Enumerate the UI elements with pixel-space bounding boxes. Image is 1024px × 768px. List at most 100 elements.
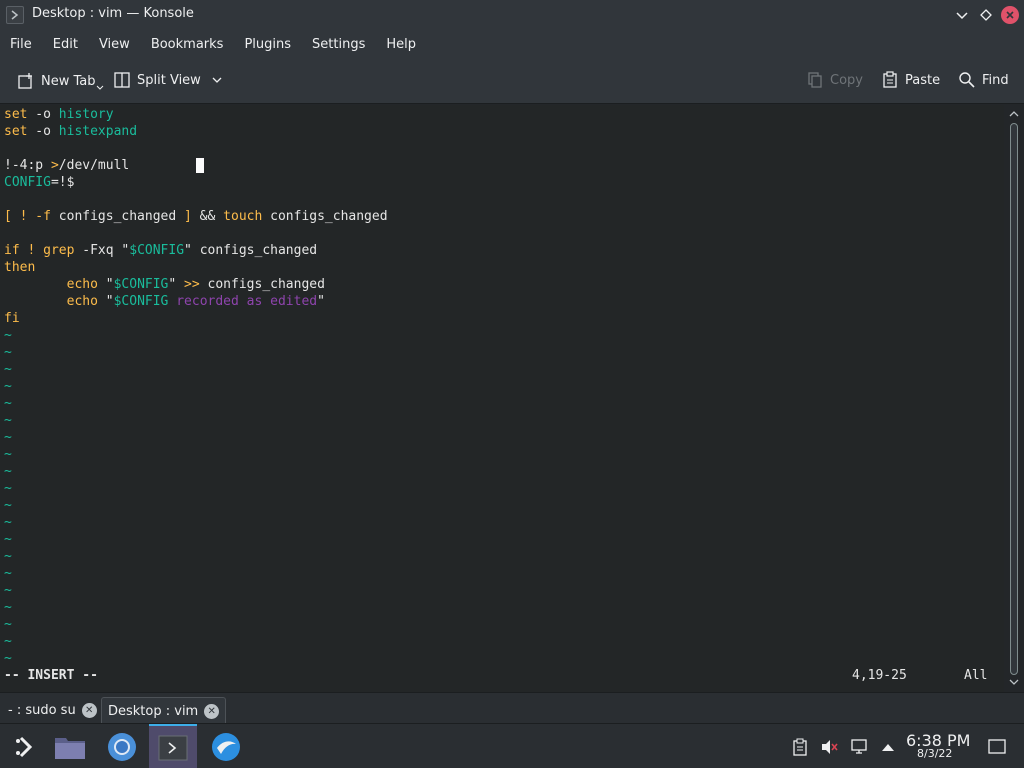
code-token: echo: [66, 294, 98, 309]
chevron-up-icon: [1009, 111, 1019, 117]
empty-line-tilde: ~: [4, 396, 12, 411]
code-token: configs_changed: [199, 277, 325, 292]
split-view-icon: [114, 72, 130, 88]
application-launcher[interactable]: [0, 724, 48, 768]
task-chromium[interactable]: [98, 724, 146, 768]
task-file-manager[interactable]: [46, 724, 94, 768]
scroll-up-arrow[interactable]: [1008, 109, 1020, 121]
scroll-thumb[interactable]: [1010, 123, 1018, 675]
tab-sudo-su[interactable]: - : sudo su ✕: [2, 697, 103, 724]
editor-line: set -o histexpand: [4, 123, 137, 140]
empty-line-tilde: ~: [4, 617, 12, 632]
code-token: $CONFIG: [129, 243, 185, 258]
empty-line-tilde: ~: [4, 464, 12, 479]
empty-line-tilde: ~: [4, 345, 12, 360]
tab-desktop-vim[interactable]: Desktop : vim ✕: [101, 697, 227, 724]
empty-line-tilde: ~: [4, 430, 12, 445]
code-token: histexpand: [58, 124, 138, 139]
menu-edit[interactable]: Edit: [53, 37, 78, 52]
toolbar: New Tab Split View Copy Paste Find: [0, 59, 1024, 104]
empty-line-tilde: ~: [4, 481, 12, 496]
paste-icon: [883, 71, 897, 88]
clipboard-icon[interactable]: [791, 738, 809, 756]
diamond-icon: [980, 9, 992, 21]
tab-label: - : sudo su: [8, 703, 76, 718]
menu-plugins[interactable]: Plugins: [244, 37, 291, 52]
close-icon[interactable]: ✕: [204, 703, 220, 719]
terminal-scrollbar[interactable]: [1004, 105, 1024, 692]
menu-bookmarks[interactable]: Bookmarks: [151, 37, 224, 52]
copy-button[interactable]: Copy: [806, 71, 863, 89]
maximize-button[interactable]: [976, 5, 996, 25]
empty-line-tilde: ~: [4, 549, 12, 564]
code-token: -Fxq ": [74, 243, 130, 258]
editor-line: [ ! -f configs_changed ] && touch config…: [4, 208, 388, 225]
empty-line-tilde: ~: [4, 583, 12, 598]
menu-help[interactable]: Help: [386, 37, 416, 52]
split-view-label: Split View: [137, 72, 201, 88]
editor-line: fi: [4, 310, 20, 327]
menu-file[interactable]: File: [10, 37, 32, 52]
code-token: -o: [27, 124, 59, 139]
editor-line: if ! grep -Fxq "$CONFIG" configs_changed: [4, 242, 317, 259]
chevron-down-icon: [956, 12, 968, 20]
empty-line-tilde: ~: [4, 532, 12, 547]
code-token: $CONFIG: [113, 294, 169, 309]
launcher-icon: [16, 736, 33, 757]
volume-muted-icon[interactable]: [820, 738, 838, 756]
taskbar: [0, 723, 1024, 768]
menu-settings[interactable]: Settings: [312, 37, 365, 52]
clock-date[interactable]: 8/3/22: [917, 747, 952, 760]
empty-line-tilde: ~: [4, 515, 12, 530]
scroll-down-arrow[interactable]: [1008, 677, 1020, 689]
close-icon[interactable]: ✕: [81, 703, 97, 718]
close-button[interactable]: [1001, 6, 1019, 24]
code-token: set: [4, 124, 28, 139]
chevron-down-icon: [212, 77, 222, 83]
empty-line-tilde: ~: [4, 362, 12, 377]
code-token: !-4:p: [4, 158, 51, 173]
minimize-button[interactable]: [952, 5, 972, 25]
code-token: ": [97, 277, 114, 292]
find-button[interactable]: Find: [958, 71, 1009, 89]
editor-line: then: [4, 259, 35, 276]
tab-label: Desktop : vim: [108, 703, 199, 719]
code-token: >>: [184, 277, 200, 292]
chromium-icon: [108, 732, 136, 761]
show-desktop-icon[interactable]: [988, 738, 1006, 756]
find-label: Find: [982, 72, 1009, 88]
new-tab-label: New Tab: [41, 73, 96, 89]
empty-line-tilde: ~: [4, 328, 12, 343]
split-view-button[interactable]: Split View: [113, 71, 223, 89]
editor-line: set -o history: [4, 106, 114, 123]
paste-button[interactable]: Paste: [881, 71, 940, 89]
code-token: CONFIG: [4, 175, 51, 190]
empty-line-tilde: ~: [4, 651, 12, 666]
editor-line: !-4:p >/dev/mull: [4, 157, 129, 174]
editor-line: echo "$CONFIG" >> configs_changed: [4, 276, 325, 293]
task-konsole[interactable]: [149, 724, 197, 768]
chevron-down-icon: [96, 85, 103, 90]
code-token: fi: [4, 311, 20, 326]
paste-label: Paste: [905, 72, 941, 88]
new-tab-button[interactable]: New Tab: [17, 71, 110, 91]
code-token: ": [317, 294, 325, 309]
task-discover[interactable]: [202, 724, 250, 768]
menu-view[interactable]: View: [99, 37, 130, 52]
network-icon[interactable]: [850, 738, 868, 756]
tray-expand-icon[interactable]: [879, 738, 897, 756]
search-icon: [959, 72, 975, 88]
empty-line-tilde: ~: [4, 413, 12, 428]
empty-line-tilde: ~: [4, 600, 12, 615]
terminal-tab-bar: - : sudo su ✕ Desktop : vim ✕: [0, 692, 1024, 724]
konsole-app-icon: [6, 6, 24, 24]
terminal-icon: [158, 735, 188, 760]
chevron-down-icon: [1009, 679, 1019, 685]
code-token: configs_changed: [50, 209, 185, 224]
code-token: >: [50, 158, 59, 173]
code-token: grep: [43, 243, 75, 258]
terminal-view[interactable]: set -o history set -o histexpand !-4:p >/d…: [0, 105, 1004, 692]
discover-icon: [212, 732, 240, 761]
folder-icon: [55, 737, 85, 759]
